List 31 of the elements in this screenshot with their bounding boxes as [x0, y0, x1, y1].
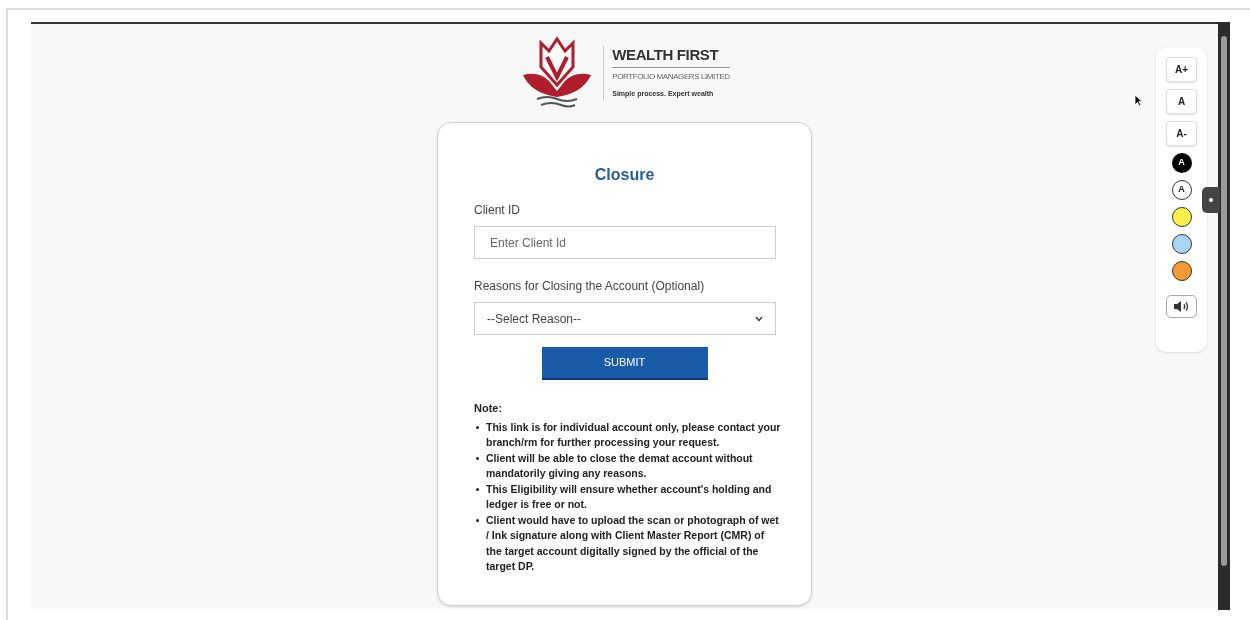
light-contrast-button[interactable]: A — [1171, 180, 1192, 200]
scrollbar[interactable] — [1218, 22, 1230, 610]
speaker-button[interactable] — [1166, 295, 1197, 318]
color-swatch-button[interactable] — [1171, 234, 1192, 254]
brand-subtitle: PORTFOLIO MANAGERS LIMITED — [612, 71, 730, 84]
note-text: Client will be able to close the demat account without mandatorily giving any reasons. — [486, 450, 754, 481]
brand-name: WEALTH FIRST — [612, 46, 730, 69]
field-label: Reasons for Closing the Account (Optional) — [474, 278, 706, 295]
font-size-button[interactable]: A — [1166, 89, 1197, 114]
client-id-field[interactable]: Enter Client Id — [474, 226, 776, 259]
reason-dropdown[interactable]: --Select Reason-- — [474, 302, 776, 335]
dark-contrast-button[interactable]: A — [1171, 153, 1192, 173]
bullet-icon — [476, 487, 479, 491]
note-heading: Note: — [474, 401, 504, 416]
font-size-button[interactable]: A+ — [1166, 57, 1197, 82]
bullet-icon — [476, 425, 479, 429]
submit-button[interactable]: SUBMIT — [541, 347, 708, 380]
chevron-down-icon — [755, 315, 763, 322]
color-swatch-button[interactable] — [1171, 207, 1192, 227]
font-size-button[interactable]: A- — [1166, 121, 1197, 146]
speaker-icon — [1172, 300, 1191, 313]
note-text: This link is for individual account only, please contact your branch/rm for further processing your request. — [486, 419, 781, 450]
cursor-icon — [1134, 94, 1143, 107]
form-title: Closure — [593, 165, 656, 185]
panel-toggle-tab[interactable] — [1202, 187, 1220, 213]
bullet-icon — [476, 518, 479, 522]
bullet-icon — [476, 456, 479, 460]
field-label: Client ID — [474, 202, 521, 219]
note-text: Client would have to upload the scan or photograph of wet / Ink signature along with Client Master Report (CMR) of the target account digitally signed by the official of the target DP. — [486, 512, 780, 574]
color-swatch-button[interactable] — [1171, 261, 1192, 281]
note-text: This Eligibility will ensure whether account's holding and ledger is free or not. — [486, 481, 773, 512]
